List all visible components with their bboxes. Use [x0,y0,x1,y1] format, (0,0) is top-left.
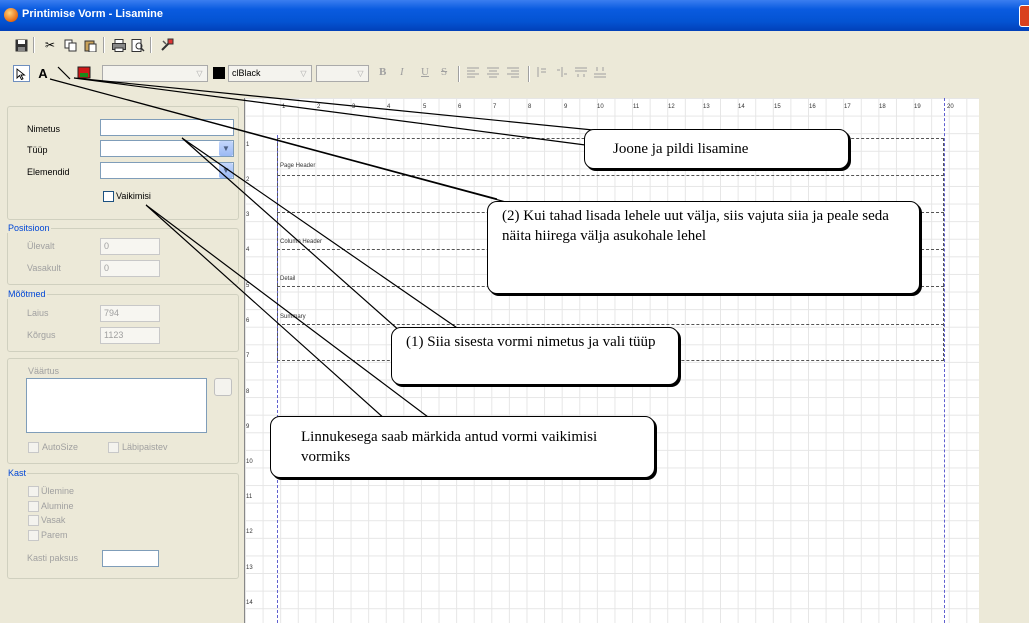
callout-default: Linnukesega saab märkida antud vormi vai… [270,416,655,478]
callout-pointers [49,77,594,421]
callout-lines: Joone ja pildi lisamine [584,129,849,169]
callout-add-field: (2) Kui tahad lisada lehele uut välja, s… [487,201,920,294]
callout-form-name: (1) Siia sisesta vormi nimetus ja vali t… [391,327,679,385]
